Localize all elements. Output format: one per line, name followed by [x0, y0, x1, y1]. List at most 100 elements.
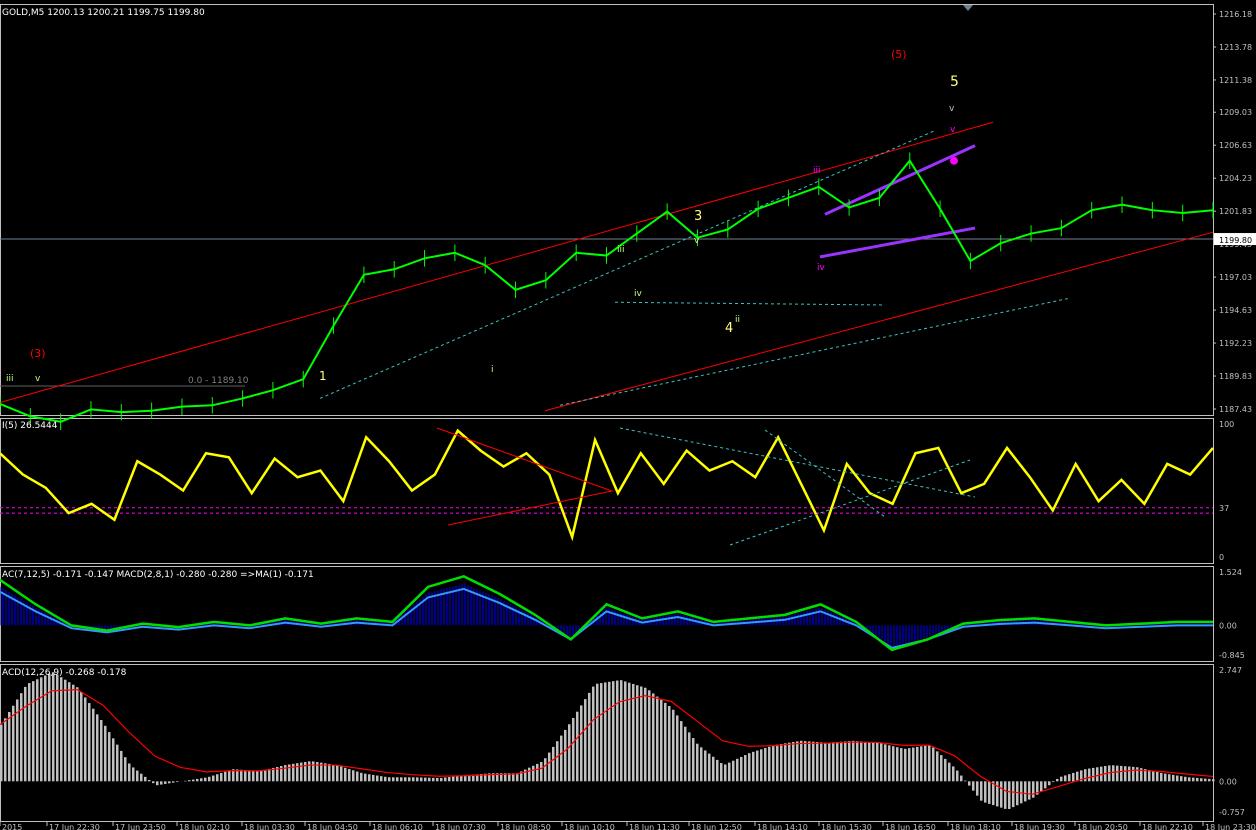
macd-hist-bar: [228, 770, 231, 782]
price-tick-label: 1189.83: [1219, 372, 1252, 381]
macd-hist-bar: [868, 742, 871, 782]
macd-hist-bar: [532, 765, 535, 782]
macd-hist-bar: [608, 681, 611, 782]
macd-hist-bar: [260, 770, 263, 782]
macd-hist-bar: [80, 691, 83, 782]
macd-hist-bar: [804, 741, 807, 782]
macd-hist-bar: [36, 679, 39, 782]
macd-hist-bar: [1112, 765, 1115, 782]
price-tick-label: 1201.83: [1219, 207, 1252, 216]
macd-hist-bar: [152, 781, 155, 784]
macd-hist-bar: [584, 699, 587, 782]
x-tick-label: 18 Jun 04:50: [307, 823, 358, 830]
price-tick-label: 1197.03: [1219, 273, 1252, 282]
macd-hist-bar: [364, 773, 367, 782]
macd-hist-bar: [860, 741, 863, 782]
macd-hist-bar: [108, 732, 111, 782]
macd-hist-bar: [612, 681, 615, 782]
macd-hist-bar: [404, 777, 407, 782]
macd-hist-bar: [844, 741, 847, 782]
trend-dotted-flat: [614, 301, 886, 306]
macd-hist-bar: [588, 692, 591, 782]
macd-hist-bar: [1032, 781, 1035, 798]
macd-hist-bar: [256, 771, 259, 782]
macd-hist-bar: [760, 749, 763, 782]
macd-hist-bar: [748, 753, 751, 782]
macd-hist-bar: [336, 765, 339, 782]
macd-hist-bar: [836, 742, 839, 782]
macd-hist-bar: [360, 772, 363, 782]
macd-hist-bar: [912, 747, 915, 782]
macd-title: ACD(12,26,9) -0.268 -0.178: [2, 668, 127, 678]
macd-hist-bar: [556, 741, 559, 782]
macd-hist-bar: [572, 717, 575, 782]
macd-panel[interactable]: [0, 664, 1214, 822]
macd-hist-bar: [104, 725, 107, 782]
macd-hist-bar: [52, 672, 55, 782]
price-tick-label: 1206.63: [1219, 141, 1252, 150]
x-tick-label: 18 Jun 23:30: [1205, 823, 1256, 830]
macd-hist-bar: [744, 755, 747, 782]
macd-hist-bar: [1160, 772, 1163, 782]
macd-hist-bar: [392, 777, 395, 782]
macd-hist-bar: [896, 747, 899, 782]
macd-hist-bar: [684, 726, 687, 782]
macd-hist-bar: [212, 775, 215, 782]
current-price-tag: 1199.80: [1219, 236, 1252, 245]
macd-hist-bar: [920, 746, 923, 782]
macd-hist-bar: [224, 771, 227, 782]
macd-hist-bar: [168, 781, 171, 784]
x-tick-label: 18 Jun 08:50: [500, 823, 551, 830]
macd-hist-bar: [1064, 775, 1067, 782]
price-tick-label: 1216.18: [1219, 10, 1252, 19]
macd-hist-bar: [680, 721, 683, 782]
wave-label-v: v: [694, 236, 700, 246]
channel-upper-line: [0, 121, 994, 404]
macd-hist-bar: [820, 742, 823, 782]
macd-hist-bar: [620, 680, 623, 782]
macd-hist-bar: [716, 759, 719, 782]
x-tick-label: 18 Jun 20:50: [1077, 823, 1128, 830]
x-tick-label: 18 Jun 14:10: [757, 823, 808, 830]
macd-hist-bar: [1084, 769, 1087, 782]
macd-hist-bar: [324, 763, 327, 782]
macd-hist-bar: [884, 744, 887, 782]
macd-hist-bar: [700, 747, 703, 782]
macd-hist-bar: [796, 741, 799, 782]
macd-hist-bar: [1048, 781, 1051, 786]
macd-hist-bar: [1024, 781, 1027, 802]
macd-hist-bar: [560, 735, 563, 782]
chart-shift-marker[interactable]: [963, 5, 973, 11]
macd-hist-bar: [768, 746, 771, 782]
macd-small-panel[interactable]: [0, 566, 1214, 662]
x-tick-label: 18 Jun 02:10: [179, 823, 230, 830]
macd-hist-bar: [400, 777, 403, 782]
macd-hist-bar: [460, 775, 463, 782]
macd-hist-bar: [624, 681, 627, 782]
macd-hist-bar: [688, 732, 691, 782]
macd-hist-bar: [1028, 781, 1031, 800]
price-panel[interactable]: [0, 4, 1214, 416]
macd-hist-bar: [44, 675, 47, 782]
macd-hist-bar: [916, 746, 919, 782]
macd-hist-bar: [264, 769, 267, 782]
macd-hist-bar: [440, 777, 443, 782]
macd-hist-bar: [708, 753, 711, 782]
wave-label-v-left: v: [35, 374, 41, 384]
x-tick-label: 18 Jun 03:30: [244, 823, 295, 830]
macd-hist-bar: [388, 777, 391, 782]
macd-hist-bar: [660, 699, 663, 782]
macd-hist-bar: [1212, 779, 1215, 782]
x-tick-label: 18 Jun 12:50: [691, 823, 742, 830]
macd-hist-bar: [200, 778, 203, 782]
macd-hist-bar: [592, 686, 595, 782]
macd-hist-bar: [1012, 781, 1015, 808]
x-tick-label: 18 Jun 11:30: [629, 823, 680, 830]
macd-hist-bar: [864, 741, 867, 782]
macd-hist-bar: [72, 684, 75, 782]
macd-hist-bar: [712, 756, 715, 782]
x-tick-label: 18 Jun 06:10: [372, 823, 423, 830]
chart-canvas[interactable]: 1216.18 1213.78 1211.38 1209.03 1206.63 1204.…: [0, 0, 1256, 830]
macd-hist-bar: [428, 777, 431, 782]
price-tick-label: 1192.23: [1219, 339, 1252, 348]
